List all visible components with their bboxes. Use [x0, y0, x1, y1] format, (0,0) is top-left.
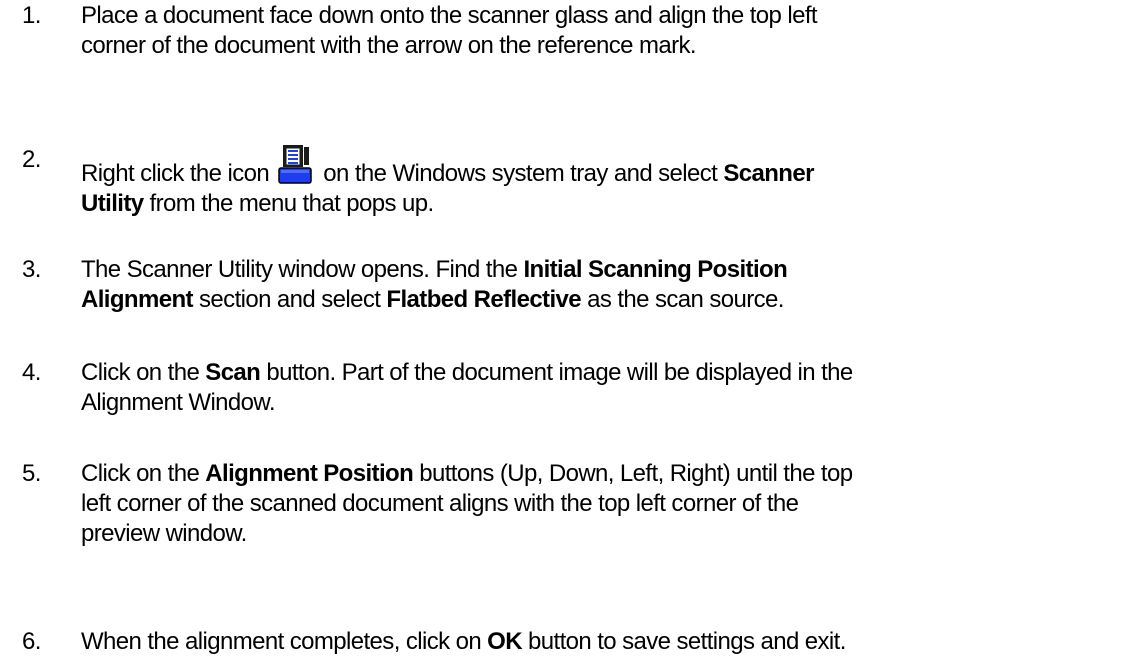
- step-text: Click on the Scan button. Part of the do…: [81, 358, 1141, 418]
- step-text-segment: on the Windows system tray and select: [323, 160, 718, 187]
- scanner-tray-icon: [277, 145, 313, 185]
- step-number: 4.: [22, 359, 41, 386]
- step-text-segment: button. Part of the document image will …: [266, 359, 853, 386]
- ui-term: Flatbed Reflective: [386, 286, 582, 313]
- step-text-segment: Click on the: [81, 359, 200, 386]
- ui-term: Initial Scanning Position: [523, 256, 788, 283]
- step-number: 5.: [22, 460, 41, 487]
- step-number: 3.: [22, 256, 41, 283]
- step-text: When the alignment completes, click on O…: [81, 627, 1141, 657]
- step-text-segment: as the scan source.: [587, 286, 784, 313]
- step-number: 6.: [22, 628, 41, 655]
- step-text-segment: section and select: [199, 286, 381, 313]
- ui-term: Scan: [205, 359, 261, 386]
- ui-term: Alignment: [81, 286, 194, 313]
- step-text-line: Alignment Window.: [81, 389, 276, 416]
- ui-term: Scanner: [723, 160, 814, 187]
- step-text-line: left corner of the scanned document alig…: [81, 490, 799, 517]
- step-text-segment: Right click the icon: [81, 160, 270, 187]
- step-text-line: preview window.: [81, 520, 247, 547]
- step-number: 1.: [22, 2, 41, 29]
- step-text-segment: buttons (Up, Down, Left, Right) until th…: [419, 460, 853, 487]
- ui-term: Utility: [81, 190, 144, 217]
- step-text-segment: Click on the: [81, 460, 200, 487]
- step-text: Right click the icon on the Windows syst…: [81, 145, 1141, 219]
- step-text-line: corner of the document with the arrow on…: [81, 32, 697, 59]
- step-number: 2.: [22, 146, 41, 173]
- ui-term: OK: [487, 628, 522, 655]
- step-text: Click on the Alignment Position buttons …: [81, 459, 1141, 549]
- step-text: Place a document face down onto the scan…: [81, 1, 1141, 61]
- step-text-segment: button to save settings and exit.: [528, 628, 846, 655]
- ui-term: Alignment Position: [205, 460, 414, 487]
- step-text-line: Place a document face down onto the scan…: [81, 2, 818, 29]
- step-text-segment: When the alignment completes, click on: [81, 628, 482, 655]
- step-text: The Scanner Utility window opens. Find t…: [81, 255, 1141, 315]
- step-text-segment: The Scanner Utility window opens. Find t…: [81, 256, 518, 283]
- step-text-segment: from the menu that pops up.: [149, 190, 435, 217]
